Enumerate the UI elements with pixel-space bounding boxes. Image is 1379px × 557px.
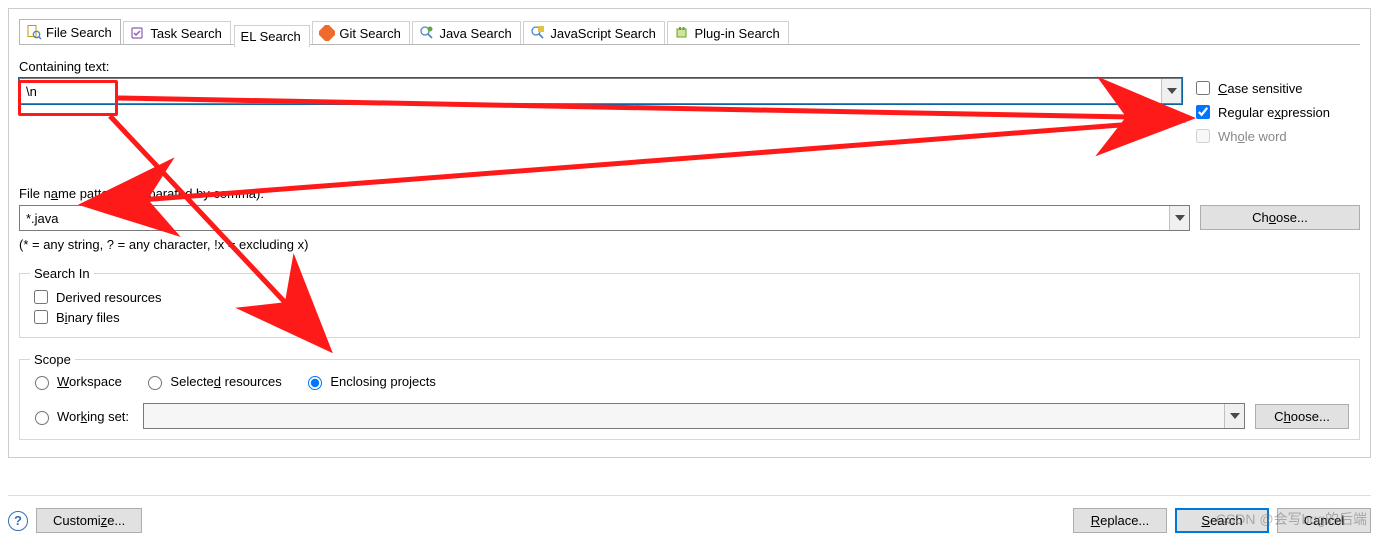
containing-text-label: Containing text:: [19, 59, 1360, 74]
containing-text-input[interactable]: [20, 79, 1161, 103]
choose-filename-button[interactable]: Choose...: [1200, 205, 1360, 230]
whole-word-label: Whole word: [1218, 129, 1287, 144]
tab-label: Plug-in Search: [694, 26, 779, 41]
search-button[interactable]: Search: [1175, 508, 1269, 533]
cancel-button[interactable]: Cancel: [1277, 508, 1371, 533]
enclosing-projects-radio[interactable]: Enclosing projects: [303, 373, 436, 390]
whole-word-checkbox: Whole word: [1192, 126, 1360, 146]
dialog-footer: ? Customize... Replace... Search Cancel: [8, 495, 1371, 533]
workspace-radio[interactable]: Workspace: [30, 373, 122, 390]
working-set-combo[interactable]: [143, 403, 1245, 429]
derived-label: Derived resources: [56, 290, 162, 305]
workspace-label: Workspace: [57, 374, 122, 389]
scope-group: Scope Workspace Selected resources Enclo…: [19, 352, 1360, 440]
filename-patterns-label: File name patterns (separated by comma):: [19, 186, 1360, 201]
dropdown-icon[interactable]: [1161, 79, 1181, 103]
dropdown-icon[interactable]: [1169, 206, 1189, 230]
tab-label: Task Search: [150, 26, 222, 41]
selected-resources-radio[interactable]: Selected resources: [143, 373, 281, 390]
tab-label: Java Search: [439, 26, 511, 41]
tab-el-search[interactable]: EL Search: [234, 25, 310, 47]
java-search-icon: [419, 25, 435, 41]
filename-hint: (* = any string, ? = any character, !x =…: [19, 237, 1360, 252]
customize-button[interactable]: Customize...: [36, 508, 142, 533]
selected-label: Selected resources: [170, 374, 281, 389]
tab-label: EL Search: [241, 29, 301, 44]
tab-javascript-search[interactable]: JavaScript Search: [523, 21, 665, 44]
tab-plugin-search[interactable]: Plug-in Search: [667, 21, 788, 44]
plugin-search-icon: [674, 25, 690, 41]
scope-legend: Scope: [30, 352, 75, 367]
js-search-icon: [530, 25, 546, 41]
dropdown-icon[interactable]: [1224, 404, 1244, 428]
enclosing-label: Enclosing projects: [330, 374, 436, 389]
containing-text-combo[interactable]: [19, 78, 1182, 104]
tab-label: JavaScript Search: [550, 26, 656, 41]
derived-checkbox[interactable]: Derived resources: [30, 287, 1329, 307]
choose-workingset-button[interactable]: Choose...: [1255, 404, 1349, 429]
task-search-icon: [130, 25, 146, 41]
case-sensitive-checkbox[interactable]: Case sensitive: [1192, 78, 1360, 98]
regex-label: Regular expression: [1218, 105, 1330, 120]
tab-git-search[interactable]: Git Search: [312, 21, 409, 44]
replace-button[interactable]: Replace...: [1073, 508, 1167, 533]
binary-checkbox[interactable]: Binary files: [30, 307, 120, 327]
working-set-radio[interactable]: Working set:: [30, 408, 129, 425]
case-sensitive-label: Case sensitive: [1218, 81, 1303, 96]
help-icon[interactable]: ?: [8, 511, 28, 531]
binary-label: Binary files: [56, 310, 120, 325]
tab-bar: File Search Task Search EL Search Git Se…: [19, 19, 1360, 45]
tab-file-search[interactable]: File Search: [19, 19, 121, 44]
filename-patterns-input[interactable]: [20, 206, 1169, 230]
tab-label: Git Search: [339, 26, 400, 41]
search-in-legend: Search In: [30, 266, 94, 281]
tab-java-search[interactable]: Java Search: [412, 21, 520, 44]
search-in-group: Search In Derived resources Binary files: [19, 266, 1360, 338]
git-search-icon: [319, 25, 335, 41]
working-set-label: Working set:: [57, 409, 129, 424]
filename-patterns-combo[interactable]: [19, 205, 1190, 231]
tab-task-search[interactable]: Task Search: [123, 21, 231, 44]
file-search-icon: [26, 24, 42, 40]
tab-label: File Search: [46, 25, 112, 40]
tab-underline: [19, 44, 1360, 45]
working-set-input[interactable]: [144, 404, 1224, 428]
regex-checkbox[interactable]: Regular expression: [1192, 102, 1360, 122]
